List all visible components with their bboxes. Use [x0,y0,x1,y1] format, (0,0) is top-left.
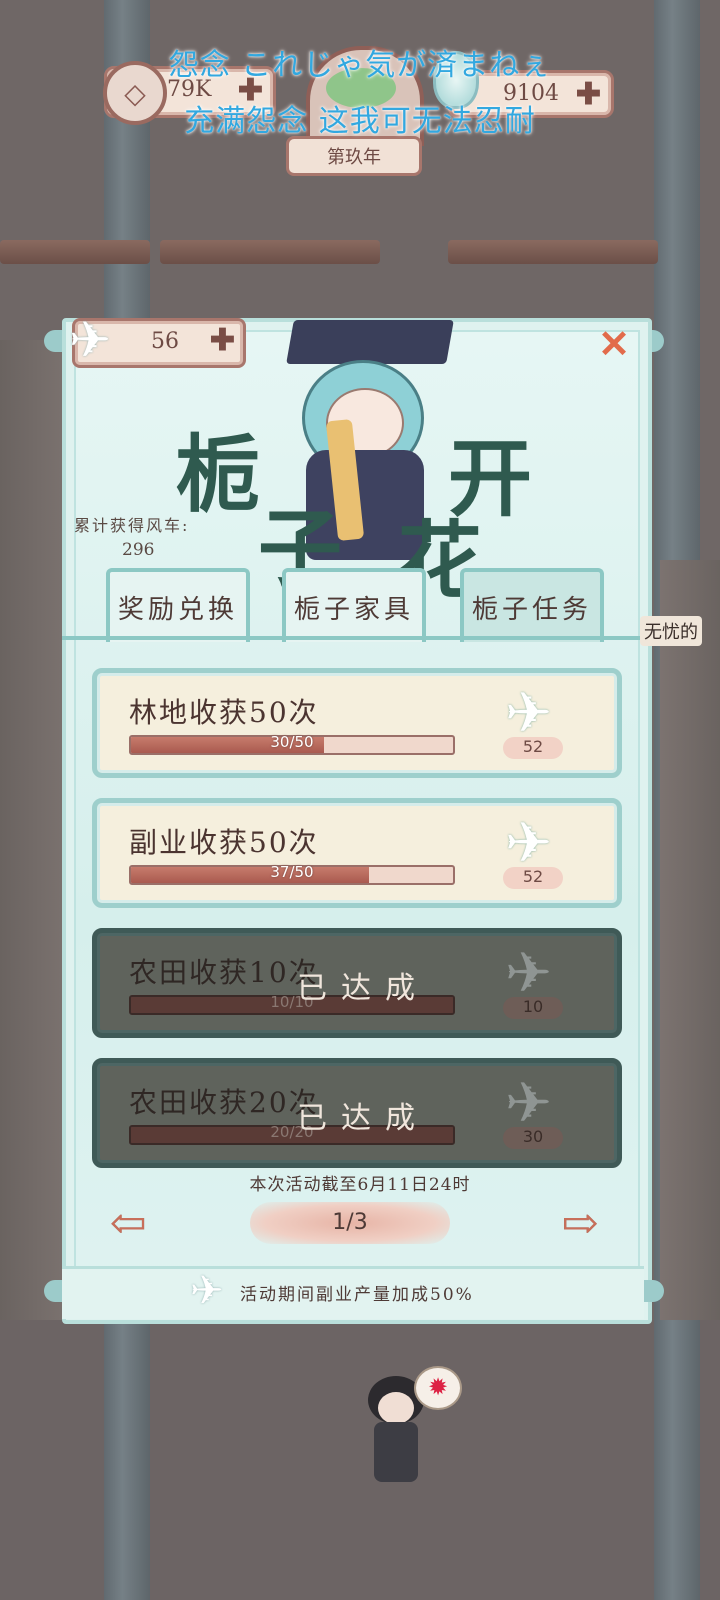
completed-stamp: 已达成 [297,971,429,1006]
tab-gardenia-tasks[interactable]: 栀子任务 [460,568,604,642]
event-deadline: 本次活动截至6月11日24时 [249,1175,471,1195]
cumulative-label: 累计获得风车: [74,516,190,535]
beam [160,240,380,264]
task-progress-text: 30/50 [270,733,314,751]
task-name: 农田收获10次 [129,956,319,989]
prev-page-button[interactable]: ⇦ [96,1202,160,1246]
beam [448,240,658,264]
year-plate: 第玖年 [286,136,422,176]
paper-plane-count: 56 [151,329,179,354]
title-char-1: 栀 [176,425,261,524]
cumulative-value: 296 [122,540,155,560]
bonus-text: 活动期间副业产量加成50% [240,1285,474,1305]
task-reward: 52 [503,867,563,889]
task-card-completed: 农田收获20次 20/20 ✈ 30 已达成 [92,1058,622,1168]
tab-reward-exchange[interactable]: 奖励兑换 [106,568,250,642]
page-indicator: 1/3 [250,1202,450,1244]
tab-gardenia-furniture[interactable]: 栀子家具 [282,568,426,642]
beam [0,240,150,264]
completed-stamp: 已达成 [297,1101,429,1136]
task-reward: 10 [503,997,563,1019]
paper-plane-counter[interactable]: ✈ 56 ✚ [69,311,246,369]
task-reward: 30 [503,1127,563,1149]
graduation-cap [286,320,454,364]
paper-plane-icon: ✈ [190,1268,224,1314]
task-progress-text: 37/50 [270,863,314,881]
side-label: 无忧的 [640,616,702,646]
task-name: 农田收获20次 [129,1086,319,1119]
anger-icon: ✹ [414,1366,462,1410]
task-card: 副业收获50次 37/50 ✈ 52 [92,798,622,908]
paper-plane-icon: ✈ [69,311,111,369]
task-card-completed: 农田收获10次 10/10 ✈ 10 已达成 [92,928,622,1038]
close-button[interactable]: ✕ [596,325,632,363]
task-name: 林地收获50次 [129,696,319,729]
task-card: 林地收获50次 30/50 ✈ 52 [92,668,622,778]
subtitle-line-1: 怨念 これじゃ気が済まねぇ [168,48,552,83]
task-name: 副业收获50次 [129,826,319,859]
add-planes-icon[interactable]: ✚ [210,323,235,358]
subtitle-line-2: 充满怨念 这我可无法忍耐 [184,104,536,139]
next-page-button[interactable]: ⇨ [548,1202,612,1246]
task-reward: 52 [503,737,563,759]
shelf-right [660,560,720,1320]
tab-underline [62,636,644,640]
